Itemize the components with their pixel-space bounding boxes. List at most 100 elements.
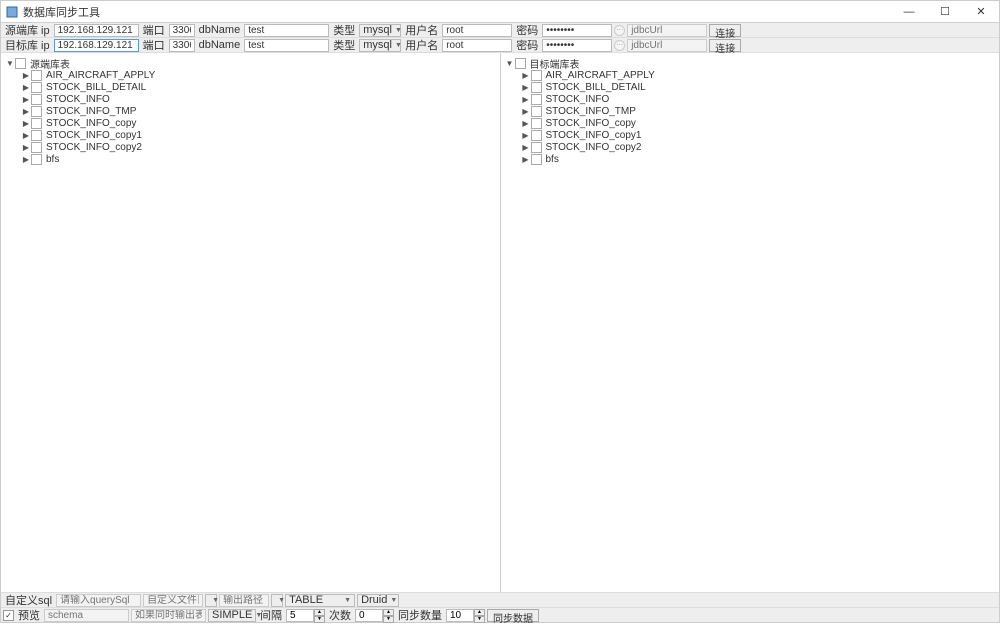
tgt-pwd-input[interactable] (542, 39, 612, 52)
info-icon[interactable]: ⋯ (614, 25, 625, 36)
tree-checkbox[interactable] (531, 130, 542, 141)
src-user-input[interactable] (442, 24, 512, 37)
src-ip-input[interactable] (54, 24, 139, 37)
interval-spinner[interactable]: ▲▼ (286, 609, 325, 622)
tree-checkbox[interactable] (31, 154, 42, 165)
tree-item[interactable]: ▶bfs (521, 153, 996, 165)
spin-up-icon[interactable]: ▲ (383, 609, 394, 616)
tree-root[interactable]: ▼目标端库表 (505, 57, 996, 69)
preview-checkbox[interactable]: ✓ (3, 610, 14, 621)
outpath-dropdown[interactable]: ▼ (271, 594, 283, 607)
arrow-down-icon: ▼ (505, 59, 515, 68)
src-dbname-input[interactable] (244, 24, 329, 37)
arrow-right-icon: ▶ (21, 95, 31, 104)
tree-item[interactable]: ▶STOCK_INFO_TMP (521, 105, 996, 117)
outpath-input[interactable] (219, 594, 269, 607)
tgt-dbname-input[interactable] (244, 39, 329, 52)
sync-count-spinner[interactable]: ▲▼ (446, 609, 485, 622)
arrow-right-icon: ▶ (521, 107, 531, 116)
tree-checkbox[interactable] (531, 142, 542, 153)
tree-item[interactable]: ▶STOCK_INFO (521, 93, 996, 105)
customfile-dropdown[interactable]: ▼ (205, 594, 217, 607)
tree-checkbox[interactable] (531, 70, 542, 81)
tree-item[interactable]: ▶STOCK_INFO_copy1 (521, 129, 996, 141)
sync-data-button[interactable]: 同步数据 (487, 609, 539, 622)
arrow-right-icon: ▶ (21, 71, 31, 80)
src-dbname-label: dbName (197, 24, 243, 36)
customsql-input[interactable] (56, 594, 141, 607)
table-name: STOCK_INFO_copy1 (46, 130, 142, 141)
close-button[interactable]: ✕ (963, 1, 999, 22)
src-port-input[interactable] (169, 24, 195, 37)
spin-down-icon[interactable]: ▼ (314, 616, 325, 623)
mode-table-select[interactable]: TABLE▼ (285, 594, 355, 607)
tree-item[interactable]: ▶STOCK_INFO_copy2 (521, 141, 996, 153)
arrow-right-icon: ▶ (21, 155, 31, 164)
tgt-ip-input[interactable] (54, 39, 139, 52)
tree-checkbox[interactable] (531, 94, 542, 105)
maximize-button[interactable]: ☐ (927, 1, 963, 22)
bottom-row-2: ✓ 预览 SIMPLE▼ 间隔 ▲▼ 次数 ▲▼ 同步数量 ▲▼ 同步数据 (1, 607, 999, 622)
tree-checkbox[interactable] (31, 142, 42, 153)
tree-checkbox[interactable] (531, 154, 542, 165)
tree-item[interactable]: ▶ STOCK_INFO (21, 93, 496, 105)
spin-up-icon[interactable]: ▲ (314, 609, 325, 616)
tree-item[interactable]: ▶STOCK_BILL_DETAIL (21, 81, 496, 93)
tree-checkbox[interactable] (531, 106, 542, 117)
tree-item[interactable]: ▶AIR_AIRCRAFT_APPLY (521, 69, 996, 81)
tgt-port-label: 端口 (141, 37, 167, 53)
customfile-input[interactable] (143, 594, 203, 607)
arrow-right-icon: ▶ (21, 143, 31, 152)
tree-item[interactable]: ▶STOCK_BILL_DETAIL (521, 81, 996, 93)
src-type-select[interactable]: mysql▼ (359, 24, 401, 37)
table-name: STOCK_INFO (46, 94, 110, 105)
tree-item[interactable]: ▶STOCK_INFO_copy (21, 117, 496, 129)
tree-checkbox[interactable] (31, 106, 42, 117)
tree-item[interactable]: ▶AIR_AIRCRAFT_APPLY (21, 69, 496, 81)
spin-up-icon[interactable]: ▲ (474, 609, 485, 616)
spin-down-icon[interactable]: ▼ (383, 616, 394, 623)
tgt-user-label: 用户名 (403, 37, 440, 53)
arrow-right-icon: ▶ (521, 119, 531, 128)
chevron-down-icon: ▼ (392, 42, 402, 49)
info-icon[interactable]: ⋯ (614, 40, 625, 51)
tree-root[interactable]: ▼源端库表 (5, 57, 496, 69)
tree-checkbox[interactable] (31, 94, 42, 105)
spin-down-icon[interactable]: ▼ (474, 616, 485, 623)
tree-item[interactable]: ▶STOCK_INFO_copy1 (21, 129, 496, 141)
src-connect-button[interactable]: 连接 (709, 24, 741, 37)
tree-checkbox[interactable] (31, 82, 42, 93)
target-conn-row: 目标库 ip 端口 dbName 类型 mysql▼ 用户名 密码 ⋯ 连接 (1, 38, 999, 53)
src-pwd-input[interactable] (542, 24, 612, 37)
minimize-button[interactable]: — (891, 1, 927, 22)
arrow-right-icon: ▶ (21, 83, 31, 92)
tree-checkbox[interactable] (515, 58, 526, 69)
tree-checkbox[interactable] (15, 58, 26, 69)
tree-checkbox[interactable] (531, 82, 542, 93)
tgt-connect-button[interactable]: 连接 (709, 39, 741, 52)
tree-item[interactable]: ▶STOCK_INFO_copy2 (21, 141, 496, 153)
src-pwd-label: 密码 (514, 22, 540, 38)
tree-item[interactable]: ▶bfs (21, 153, 496, 165)
tree-checkbox[interactable] (31, 130, 42, 141)
tgt-jdbc-input[interactable] (627, 39, 707, 52)
arrow-right-icon: ▶ (521, 155, 531, 164)
tgt-type-label: 类型 (331, 37, 357, 53)
times-spinner[interactable]: ▲▼ (355, 609, 394, 622)
table-name: STOCK_INFO (546, 94, 610, 105)
tree-checkbox[interactable] (31, 118, 42, 129)
simple-select[interactable]: SIMPLE▼ (208, 609, 256, 622)
tree-checkbox[interactable] (31, 70, 42, 81)
tree-item[interactable]: ▶STOCK_INFO_copy (521, 117, 996, 129)
schema-input[interactable] (44, 609, 129, 622)
tgt-type-select[interactable]: mysql▼ (359, 39, 401, 52)
addfilter-input[interactable] (131, 609, 206, 622)
tree-item[interactable]: ▶STOCK_INFO_TMP (21, 105, 496, 117)
tgt-port-input[interactable] (169, 39, 195, 52)
tree-checkbox[interactable] (531, 118, 542, 129)
table-name: STOCK_BILL_DETAIL (546, 82, 646, 93)
pool-select[interactable]: Druid▼ (357, 594, 399, 607)
tgt-user-input[interactable] (442, 39, 512, 52)
times-label: 次数 (327, 607, 353, 623)
src-jdbc-input[interactable] (627, 24, 707, 37)
